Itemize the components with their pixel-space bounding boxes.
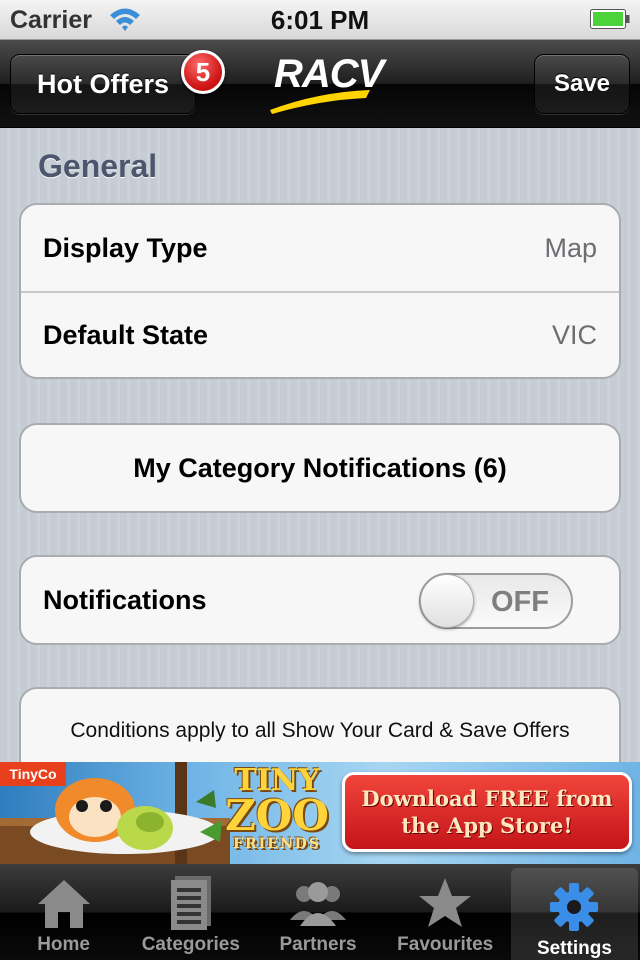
ad-cta-line2: the App Store! (401, 813, 573, 838)
display-type-row[interactable]: Display Type Map (21, 205, 619, 291)
general-settings-group: Display Type Map Default State VIC (19, 203, 621, 379)
toggle-state-label: OFF (491, 586, 549, 618)
tab-favourites[interactable]: Favourites (382, 864, 509, 960)
tab-partners-label: Partners (279, 934, 357, 955)
tab-home-label: Home (37, 934, 90, 955)
tab-categories[interactable]: Categories (127, 864, 254, 960)
tab-settings-label: Settings (536, 938, 612, 959)
status-bar: Carrier 6:01 PM (0, 0, 640, 40)
battery-icon (590, 9, 630, 29)
default-state-label: Default State (43, 319, 209, 350)
tab-bar: Home Categories Partners Favourites Sett… (0, 864, 640, 960)
gear-icon (550, 883, 599, 931)
notifications-group: Notifications OFF (19, 555, 621, 645)
conditions-group: Conditions apply to all Show Your Card &… (19, 687, 621, 762)
status-time: 6:01 PM (270, 5, 370, 35)
display-type-label: Display Type (43, 232, 208, 263)
logo-swoosh-icon (270, 90, 370, 114)
hot-offers-badge: 5 (181, 50, 225, 94)
display-type-value: Map (544, 232, 597, 263)
hot-offers-button[interactable]: Hot Offers (10, 54, 196, 114)
partners-icon (290, 882, 346, 926)
notifications-toggle[interactable]: OFF (419, 573, 573, 629)
game-title-line2: ZOO (225, 791, 329, 840)
categories-icon (170, 876, 211, 930)
conditions-text: Conditions apply to all Show Your Card &… (70, 719, 570, 742)
game-title-line3: FRIENDS (233, 836, 321, 852)
tab-settings[interactable]: Settings (510, 868, 639, 960)
tab-partners[interactable]: Partners (254, 864, 381, 960)
section-header-general: General (38, 148, 158, 184)
save-button[interactable]: Save (534, 54, 630, 114)
star-icon (419, 878, 472, 927)
tab-home[interactable]: Home (0, 864, 127, 960)
settings-content[interactable]: General Display Type Map Default State V… (0, 128, 640, 762)
ad-cta-line1: Download FREE from (361, 786, 613, 811)
toggle-knob (420, 574, 474, 628)
ad-banner[interactable]: TinyCo TINY ZOO FRIENDS Download FREE fr… (0, 762, 640, 864)
my-category-notifications-button[interactable]: My Category Notifications (6) (21, 425, 619, 511)
category-notifications-group: My Category Notifications (6) (19, 423, 621, 513)
tab-favourites-label: Favourites (397, 934, 494, 955)
tinyco-logo: TinyCo (0, 762, 66, 786)
default-state-value: VIC (551, 319, 597, 350)
default-state-row[interactable]: Default State VIC (21, 291, 619, 377)
tab-categories-label: Categories (141, 934, 240, 955)
ad-download-button[interactable]: Download FREE from the App Store! (342, 772, 632, 852)
home-icon (37, 880, 90, 928)
tiny-zoo-title: TINY ZOO FRIENDS (222, 766, 332, 853)
notifications-row: Notifications OFF (21, 557, 619, 643)
racv-logo: RACV (268, 52, 384, 116)
